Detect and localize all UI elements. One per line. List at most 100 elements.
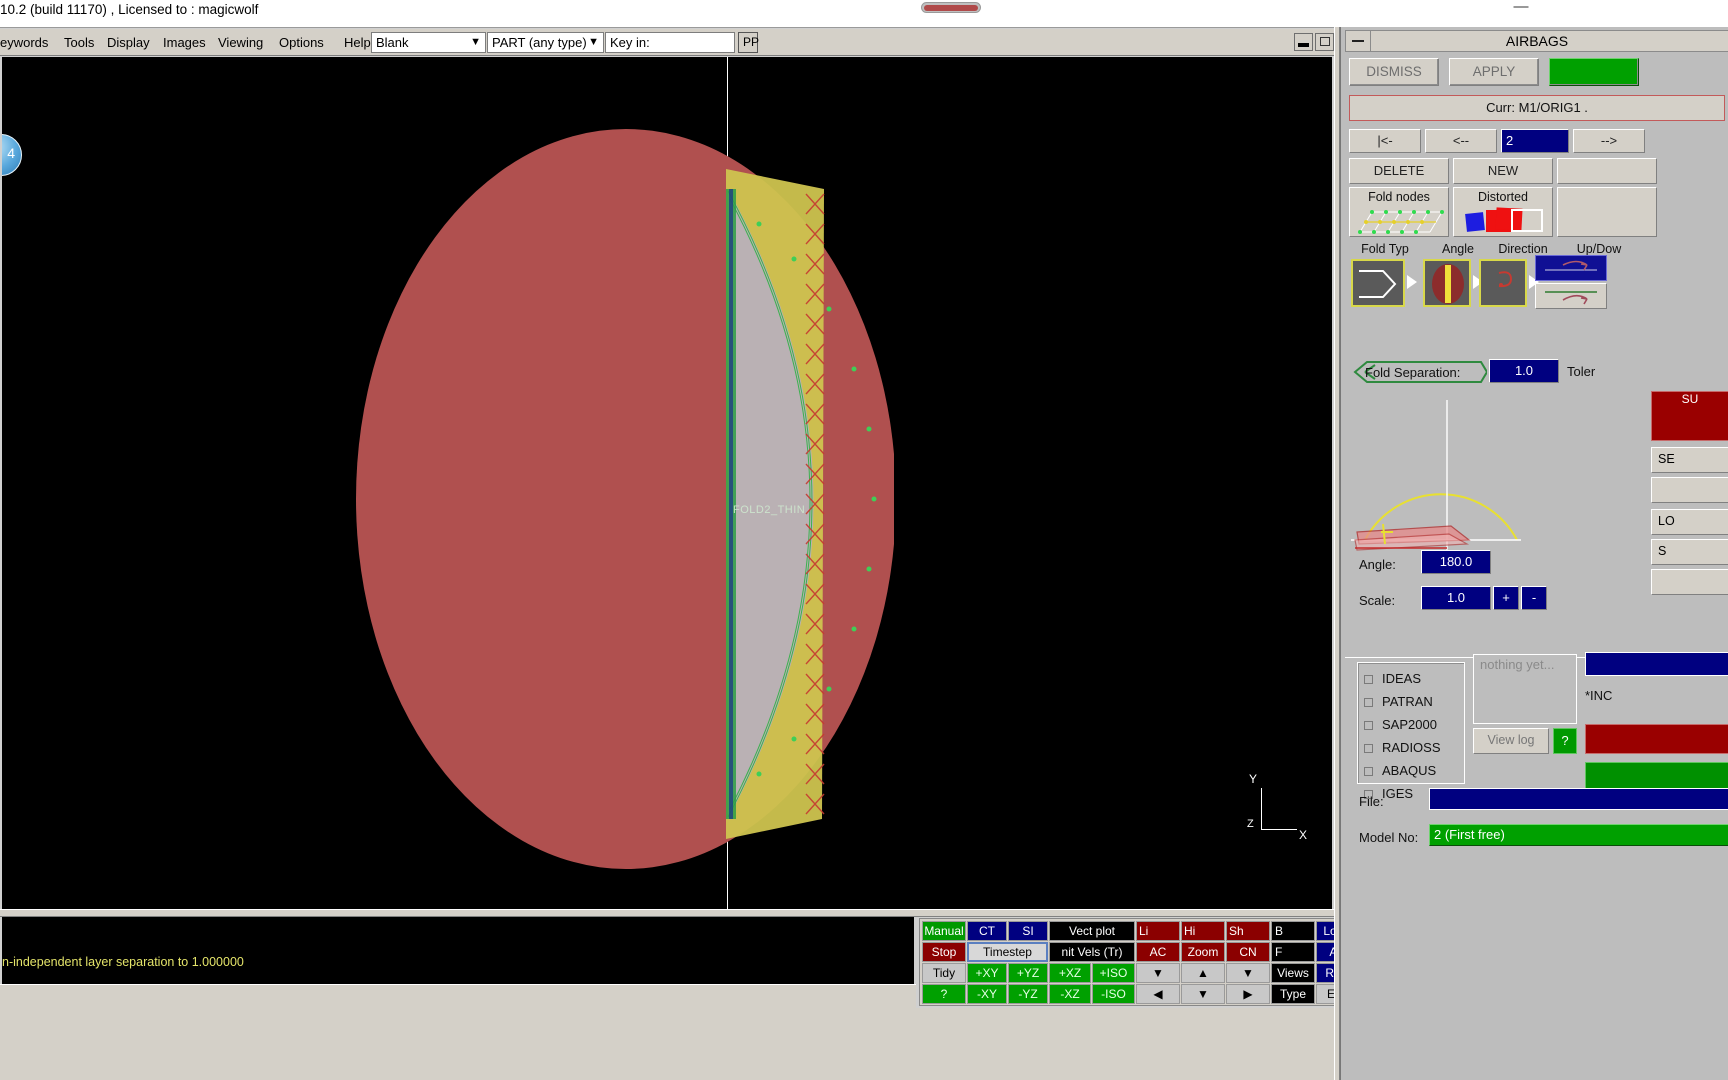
btn-views[interactable]: Views bbox=[1271, 963, 1315, 983]
nav-next-button[interactable]: --> bbox=[1573, 129, 1645, 153]
btn-hi[interactable]: Hi bbox=[1181, 921, 1225, 941]
btn-minus-iso[interactable]: -ISO bbox=[1092, 984, 1135, 1004]
file-field[interactable] bbox=[1429, 788, 1728, 810]
up-direction-button[interactable] bbox=[1535, 255, 1607, 281]
btn-rot-up-icon[interactable]: ▲ bbox=[1181, 963, 1225, 983]
confirm-button[interactable] bbox=[1549, 58, 1639, 86]
scale-decrease-button[interactable]: - bbox=[1521, 586, 1547, 610]
btn-plus-xy[interactable]: +XY bbox=[967, 963, 1007, 983]
checkbox-abaqus[interactable] bbox=[1364, 767, 1373, 776]
airbag-index-field[interactable]: 2 bbox=[1501, 129, 1569, 153]
angle-tool[interactable] bbox=[1423, 259, 1471, 307]
btn-cn[interactable]: CN bbox=[1226, 942, 1270, 962]
3d-viewport[interactable]: 4 FOLD2_THIN Y X Z bbox=[2, 57, 1332, 909]
btn-sh[interactable]: Sh bbox=[1226, 921, 1270, 941]
btn-plus-iso[interactable]: +ISO bbox=[1092, 963, 1135, 983]
dismiss-button[interactable]: DISMISS bbox=[1349, 58, 1439, 86]
btn-help[interactable]: ? bbox=[922, 984, 966, 1004]
menu-help[interactable]: Help bbox=[344, 35, 371, 50]
checkbox-sap2000[interactable] bbox=[1364, 721, 1373, 730]
extra-button-1[interactable] bbox=[1557, 158, 1657, 184]
btn-si[interactable]: SI bbox=[1008, 921, 1048, 941]
menu-display[interactable]: Display bbox=[107, 35, 150, 50]
format-radioss[interactable]: RADIOSS bbox=[1382, 740, 1441, 755]
delete-button[interactable]: DELETE bbox=[1349, 158, 1449, 184]
current-airbag-bar[interactable]: Curr: M1/ORIG1 . bbox=[1349, 95, 1725, 121]
btn-minus-xy[interactable]: -XY bbox=[967, 984, 1007, 1004]
write-output-button[interactable] bbox=[1585, 762, 1728, 790]
btn-f[interactable]: F bbox=[1271, 942, 1315, 962]
scale-field[interactable]: 1.0 bbox=[1421, 586, 1491, 610]
btn-b[interactable]: B bbox=[1271, 921, 1315, 941]
help-button[interactable]: ? bbox=[1553, 728, 1577, 754]
btn-vect-plot[interactable]: Vect plot bbox=[1049, 921, 1135, 941]
fold-type-menu-arrow-icon[interactable] bbox=[1407, 275, 1417, 289]
format-ideas[interactable]: IDEAS bbox=[1382, 671, 1421, 686]
pp-button[interactable]: PP bbox=[738, 32, 759, 53]
se-value-field[interactable] bbox=[1651, 477, 1728, 503]
distorted-button[interactable]: Distorted bbox=[1453, 187, 1553, 237]
window-maximize-button[interactable] bbox=[1315, 33, 1334, 51]
fold-type-tool[interactable] bbox=[1351, 259, 1405, 307]
model-no-field[interactable]: 2 (First free) bbox=[1429, 824, 1728, 846]
s-button[interactable]: S bbox=[1651, 539, 1728, 565]
delete-output-button[interactable] bbox=[1585, 724, 1728, 754]
blank-dropdown[interactable]: Blank ▼ bbox=[371, 32, 486, 53]
extra-button-2[interactable] bbox=[1557, 187, 1657, 237]
checkbox-radioss[interactable] bbox=[1364, 744, 1373, 753]
btn-minus-yz[interactable]: -YZ bbox=[1008, 984, 1048, 1004]
btn-plus-xz[interactable]: +XZ bbox=[1049, 963, 1091, 983]
format-list[interactable]: IDEAS PATRAN SAP2000 RADIOSS ABAQUS IGES bbox=[1357, 662, 1465, 801]
checkbox-ideas[interactable] bbox=[1364, 675, 1373, 684]
btn-minus-xz[interactable]: -XZ bbox=[1049, 984, 1091, 1004]
down-direction-button[interactable] bbox=[1535, 283, 1607, 309]
menu-keywords[interactable]: eywords bbox=[0, 35, 48, 50]
lo-button[interactable]: LO bbox=[1651, 509, 1728, 535]
angle-field[interactable]: 180.0 bbox=[1421, 550, 1491, 574]
btn-li[interactable]: Li bbox=[1136, 921, 1180, 941]
extra-field-2[interactable] bbox=[1651, 569, 1728, 595]
btn-tidy[interactable]: Tidy bbox=[922, 963, 966, 983]
btn-ct[interactable]: CT bbox=[967, 921, 1007, 941]
su-button[interactable]: SU bbox=[1651, 391, 1728, 441]
part-type-dropdown[interactable]: PART (any type) ▼ bbox=[487, 32, 604, 53]
format-abaqus[interactable]: ABAQUS bbox=[1382, 763, 1436, 778]
btn-zoom[interactable]: Zoom bbox=[1181, 942, 1225, 962]
minimize-icon[interactable]: — bbox=[1512, 0, 1530, 16]
btn-type[interactable]: Type bbox=[1271, 984, 1315, 1004]
se-button[interactable]: SE bbox=[1651, 447, 1728, 473]
output-field-1[interactable] bbox=[1585, 652, 1728, 676]
btn-rot-down2-icon[interactable]: ▼ bbox=[1181, 984, 1225, 1004]
format-iges[interactable]: IGES bbox=[1382, 786, 1413, 801]
menu-tools[interactable]: Tools bbox=[64, 35, 94, 50]
checkbox-patran[interactable] bbox=[1364, 698, 1373, 707]
apply-button[interactable]: APPLY bbox=[1449, 58, 1539, 86]
fold-separation-field[interactable]: 1.0 bbox=[1489, 359, 1559, 383]
nav-prev-button[interactable]: <-- bbox=[1425, 129, 1497, 153]
airbags-minimize-button[interactable] bbox=[1345, 30, 1371, 52]
window-minimize-button[interactable] bbox=[1294, 33, 1313, 51]
menu-options[interactable]: Options bbox=[279, 35, 324, 50]
new-button[interactable]: NEW bbox=[1453, 158, 1553, 184]
btn-rot-down-right-icon[interactable]: ▼ bbox=[1226, 963, 1270, 983]
fold-nodes-button[interactable]: Fold nodes bbox=[1349, 187, 1449, 237]
menu-images[interactable]: Images bbox=[163, 35, 206, 50]
btn-timestep[interactable]: Timestep bbox=[967, 942, 1048, 962]
direction-tool[interactable] bbox=[1479, 259, 1527, 307]
btn-ac[interactable]: AC bbox=[1136, 942, 1180, 962]
format-patran[interactable]: PATRAN bbox=[1382, 694, 1433, 709]
btn-rot-right-icon[interactable]: ▶ bbox=[1226, 984, 1270, 1004]
btn-plus-yz[interactable]: +YZ bbox=[1008, 963, 1048, 983]
btn-rot-down-left-icon[interactable]: ▼ bbox=[1136, 963, 1180, 983]
scale-increase-button[interactable]: + bbox=[1493, 586, 1519, 610]
key-in-input[interactable]: Key in: bbox=[605, 32, 735, 53]
nav-first-button[interactable]: |<- bbox=[1349, 129, 1421, 153]
btn-rot-left-icon[interactable]: ◀ bbox=[1136, 984, 1180, 1004]
btn-init-vels[interactable]: nit Vels (Tr) bbox=[1049, 942, 1135, 962]
btn-stop[interactable]: Stop bbox=[922, 942, 966, 962]
message-splitter[interactable] bbox=[0, 909, 1338, 917]
btn-manual[interactable]: Manual bbox=[922, 921, 966, 941]
view-log-button[interactable]: View log bbox=[1473, 728, 1549, 754]
menu-viewing[interactable]: Viewing bbox=[218, 35, 263, 50]
format-sap2000[interactable]: SAP2000 bbox=[1382, 717, 1437, 732]
